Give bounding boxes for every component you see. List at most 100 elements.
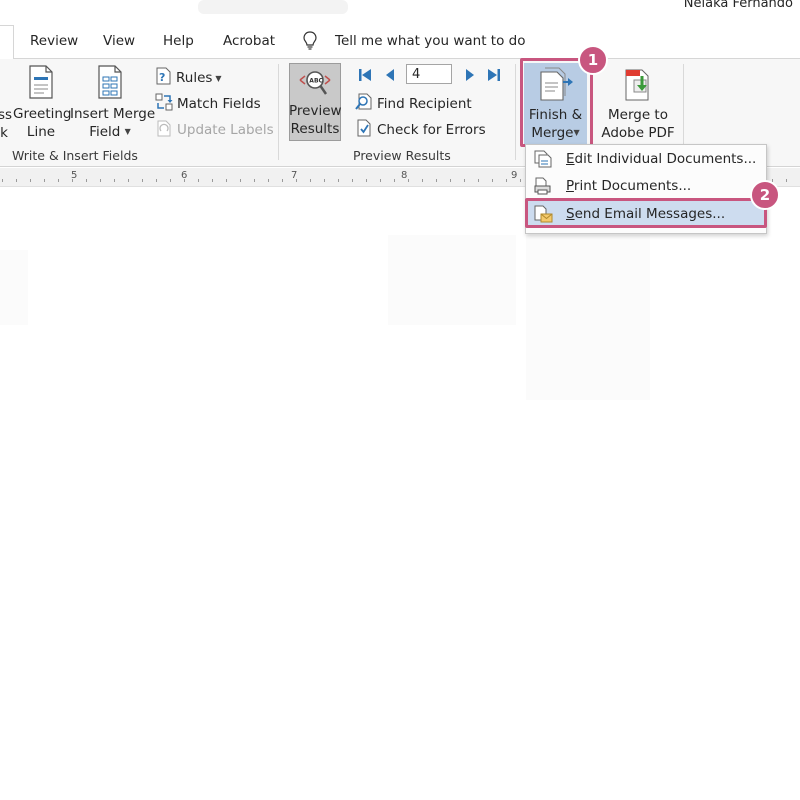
ruler-tick — [436, 179, 437, 182]
ruler-number: 5 — [71, 170, 78, 181]
preview-results-content[interactable]: ABC Preview Results — [289, 68, 342, 138]
merge-pdf-label-2: Adobe PDF — [601, 125, 675, 141]
merge-pdf-label-1: Merge to — [608, 107, 668, 123]
ruler-tick — [506, 179, 507, 182]
ruler-tick — [338, 179, 339, 182]
greeting-line-label-2: Line — [26, 124, 56, 140]
ruler-tick — [226, 179, 227, 182]
find-recipient-label: Find Recipient — [377, 96, 472, 112]
greeting-line-icon — [27, 65, 55, 103]
write-insert-group-label: Write & Insert Fields — [12, 148, 138, 163]
menu-item-edit-documents[interactable]: Edit Individual Documents... — [527, 146, 765, 172]
ruler-number: 8 — [401, 170, 408, 181]
ruler-tick — [380, 179, 381, 182]
ruler-tick — [408, 179, 409, 182]
address-block-button[interactable]: ss k — [0, 106, 12, 142]
print-documents-icon — [533, 177, 553, 199]
ruler-tick — [142, 179, 143, 182]
group-separator — [515, 64, 516, 160]
document-area — [388, 235, 516, 325]
ruler-tick — [240, 179, 241, 182]
ruler-tick — [114, 179, 115, 182]
next-record-icon[interactable] — [463, 67, 477, 87]
ruler-tick — [520, 179, 521, 182]
tab-acrobat[interactable]: Acrobat — [223, 33, 275, 49]
insert-merge-field-icon — [96, 65, 124, 103]
ruler-tick — [282, 179, 283, 182]
ruler-tick — [786, 179, 787, 182]
group-separator — [278, 64, 279, 160]
tab-review[interactable]: Review — [30, 33, 78, 49]
tab-view[interactable]: View — [103, 33, 135, 49]
ruler-tick — [2, 179, 3, 182]
ruler-tick — [86, 179, 87, 182]
preview-results-label-1: Preview — [289, 103, 342, 119]
ruler-tick — [422, 179, 423, 182]
ruler-tick — [16, 179, 17, 182]
finish-merge-highlight — [520, 58, 593, 147]
match-fields-button[interactable]: Match Fields — [155, 93, 261, 115]
ruler-tick — [310, 179, 311, 182]
ruler-tick — [268, 179, 269, 182]
ruler-tick — [156, 179, 157, 182]
ruler-tick — [324, 179, 325, 182]
ruler-tick — [352, 179, 353, 182]
rules-icon: ? — [155, 67, 173, 89]
rules-button[interactable]: ? Rules ▼ — [155, 67, 222, 89]
step-badge-2: 2 — [750, 180, 780, 210]
rules-label: Rules — [176, 70, 213, 86]
check-errors-button[interactable]: Check for Errors — [355, 119, 486, 141]
update-labels-label: Update Labels — [177, 122, 274, 138]
previous-record-icon[interactable] — [383, 67, 397, 87]
preview-results-icon: ABC — [298, 71, 332, 102]
tab-help[interactable]: Help — [163, 33, 194, 49]
insert-merge-field-label-1: Insert Merge — [70, 106, 156, 122]
tell-me-search[interactable]: Tell me what you want to do — [335, 33, 525, 49]
edit-documents-icon — [533, 150, 553, 172]
last-record-icon[interactable] — [486, 67, 502, 87]
user-name[interactable]: Nelaka Fernando — [0, 0, 793, 11]
svg-text:?: ? — [159, 71, 165, 84]
first-record-icon[interactable] — [357, 67, 373, 87]
menu-item-label: Print Documents... — [566, 178, 692, 194]
ruler-tick — [128, 179, 129, 182]
address-block-label-2: k — [0, 125, 8, 141]
ruler-tick — [394, 179, 395, 182]
greeting-line-label-1: Greeting — [13, 106, 72, 122]
update-labels-icon — [155, 119, 174, 141]
find-recipient-icon — [355, 93, 374, 115]
find-recipient-button[interactable]: Find Recipient — [355, 93, 472, 115]
chevron-down-icon: ▼ — [124, 127, 131, 136]
ruler-tick — [100, 179, 101, 182]
ruler-tick — [464, 179, 465, 182]
ruler-tick — [478, 179, 479, 182]
ruler-number: 7 — [291, 170, 298, 181]
svg-text:ABC: ABC — [309, 78, 323, 85]
ruler-tick — [450, 179, 451, 182]
menu-item-print-documents[interactable]: Print Documents... — [527, 173, 765, 199]
ruler-tick — [492, 179, 493, 182]
tab-mailings-active[interactable] — [0, 25, 14, 60]
greeting-line-button[interactable]: Greeting Line — [13, 65, 72, 141]
update-labels-button[interactable]: Update Labels — [155, 119, 274, 141]
ruler-number: 9 — [511, 170, 518, 181]
ruler-tick — [198, 179, 199, 182]
ruler-tick — [44, 179, 45, 182]
lightbulb-icon — [303, 31, 317, 55]
record-number-input[interactable] — [406, 64, 452, 84]
send-email-highlight — [525, 198, 767, 228]
check-errors-icon — [355, 119, 374, 141]
match-fields-icon — [155, 93, 174, 115]
menu-item-label: Edit Individual Documents... — [566, 151, 757, 167]
ruler-tick — [366, 179, 367, 182]
document-area — [0, 250, 28, 325]
ruler-tick — [30, 179, 31, 182]
merge-to-pdf-button[interactable]: Merge to Adobe PDF — [598, 66, 678, 142]
ruler-tick — [170, 179, 171, 182]
insert-merge-field-button[interactable]: Insert Merge Field ▼ — [70, 65, 156, 141]
ruler-tick — [254, 179, 255, 182]
ruler-tick — [212, 179, 213, 182]
merge-pdf-icon — [618, 69, 658, 106]
check-errors-label: Check for Errors — [377, 122, 486, 138]
document-area — [526, 235, 650, 400]
